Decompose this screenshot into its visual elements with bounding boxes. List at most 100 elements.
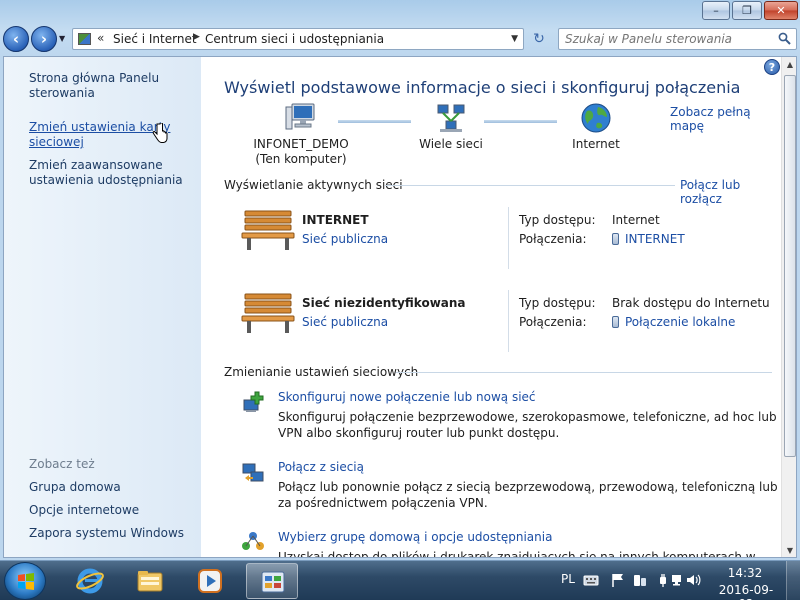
vertical-scrollbar[interactable]: ▲ ▼	[781, 57, 796, 557]
public-network-bench-icon	[241, 210, 295, 250]
taskbar-windows-explorer[interactable]	[124, 563, 176, 599]
start-button[interactable]	[4, 562, 46, 600]
scrollbar-thumb[interactable]	[784, 75, 796, 457]
new-connection-icon	[243, 391, 264, 412]
clock-date[interactable]: 2016-09-02	[712, 583, 780, 600]
access-type-value: Internet	[612, 213, 660, 227]
full-map-link[interactable]: Zobacz pełną mapę	[670, 105, 784, 133]
close-button[interactable]: ✕	[764, 1, 798, 20]
network-plug-icon	[612, 316, 619, 328]
search-icon[interactable]	[778, 32, 791, 45]
clock-time[interactable]: 14:32	[725, 566, 765, 580]
refresh-button[interactable]: ↻	[528, 29, 550, 49]
sidebar-link-internet-options[interactable]: Opcje internetowe	[29, 503, 189, 518]
sidebar-link-homegroup[interactable]: Grupa domowa	[29, 480, 189, 495]
control-panel-icon	[261, 571, 285, 593]
task-link-homegroup[interactable]: Wybierz grupę domową i opcje udostępnian…	[278, 530, 552, 544]
media-player-icon	[198, 569, 222, 593]
internet-explorer-icon	[76, 568, 104, 594]
taskbar: PL 14:32 2016-09-02	[0, 560, 800, 600]
address-dropdown-icon[interactable]: ▼	[511, 34, 518, 44]
homegroup-icon	[242, 532, 264, 550]
taskbar-media-player[interactable]	[184, 563, 236, 599]
task-description: Uzyskaj dostęp do plików i drukarek znaj…	[278, 550, 756, 558]
connection-name: INTERNET	[625, 232, 685, 246]
map-node-this-computer: INFONET_DEMO (Ten komputer)	[241, 101, 361, 167]
connect-disconnect-link[interactable]: Połącz lub rozłącz	[680, 178, 784, 206]
access-type-value: Brak dostępu do Internetu	[612, 296, 770, 310]
keyboard-icon[interactable]	[583, 572, 599, 588]
network-name: Sieć niezidentyfikowana	[302, 296, 466, 310]
network-divider	[508, 207, 509, 269]
network-divider	[508, 290, 509, 352]
task-link-new-connection[interactable]: Skonfiguruj nowe połączenie lub nową sie…	[278, 390, 536, 404]
windows-logo-icon	[18, 573, 34, 590]
power-plug-icon[interactable]	[655, 572, 671, 588]
volume-icon[interactable]	[685, 572, 701, 588]
navigation-bar: ‹ › ▼ « Sieć i Internet ▶ Centrum sieci …	[0, 24, 800, 54]
control-panel-icon	[78, 33, 91, 45]
maximize-button[interactable]: ❐	[732, 1, 762, 20]
language-indicator[interactable]: PL	[561, 572, 575, 586]
scroll-up-icon[interactable]: ▲	[782, 57, 796, 73]
folder-icon	[137, 571, 163, 592]
access-type-label: Typ dostępu:	[519, 296, 596, 310]
sidebar-link-advanced-sharing[interactable]: Zmień zaawansowane ustawienia udostępnia…	[29, 158, 189, 188]
search-box[interactable]	[558, 28, 797, 50]
connect-to-network-icon	[242, 463, 264, 482]
breadcrumb-overflow-icon[interactable]: «	[97, 31, 104, 45]
node-label: Wiele sieci	[419, 137, 483, 151]
main-panel: ? Wyświetl podstawowe informacje o sieci…	[201, 57, 784, 558]
hand-cursor-icon	[152, 123, 168, 143]
content-area: Strona główna Panelu sterowania Zmień us…	[3, 56, 797, 558]
network-category-link[interactable]: Sieć publiczna	[302, 315, 388, 329]
breadcrumb-separator-icon[interactable]: ▶	[193, 32, 200, 42]
action-center-flag-icon[interactable]	[610, 572, 626, 588]
node-label: INFONET_DEMO	[253, 137, 349, 151]
back-button[interactable]: ‹	[3, 26, 29, 52]
task-link-connect[interactable]: Połącz z siecią	[278, 460, 364, 474]
connection-link[interactable]: Połączenie lokalne	[612, 315, 735, 329]
safely-remove-hardware-icon[interactable]	[632, 572, 648, 588]
page-title: Wyświetl podstawowe informacje o sieci i…	[224, 78, 741, 97]
multiple-networks-icon	[437, 104, 465, 132]
access-type-label: Typ dostępu:	[519, 213, 596, 227]
taskbar-internet-explorer[interactable]	[64, 563, 116, 599]
active-network-unidentified: Sieć niezidentyfikowana Sieć publiczna T…	[241, 290, 776, 360]
scroll-down-icon[interactable]: ▼	[782, 543, 796, 557]
search-input[interactable]	[565, 32, 770, 46]
change-settings-heading: Zmienianie ustawień sieciowych	[224, 365, 419, 379]
map-node-internet[interactable]: Internet	[556, 101, 636, 152]
globe-icon	[581, 103, 611, 133]
node-sublabel: (Ten komputer)	[255, 152, 347, 166]
sidebar-link-firewall[interactable]: Zapora systemu Windows	[29, 526, 189, 541]
show-desktop-button[interactable]	[786, 561, 800, 600]
title-bar: – ❐ ✕	[0, 0, 800, 24]
active-network-internet: INTERNET Sieć publiczna Typ dostępu: Int…	[241, 207, 776, 277]
network-status-icon[interactable]	[670, 572, 686, 588]
connection-link[interactable]: INTERNET	[612, 232, 685, 246]
control-panel-window: – ❐ ✕ ‹ › ▼ « Sieć i Internet ▶ Centrum …	[0, 0, 800, 560]
see-also-heading: Zobacz też	[29, 457, 95, 471]
breadcrumb-network-internet[interactable]: Sieć i Internet	[113, 32, 197, 46]
connection-name: Połączenie lokalne	[625, 315, 736, 329]
forward-button[interactable]: ›	[31, 26, 57, 52]
sidebar-link-home[interactable]: Strona główna Panelu sterowania	[29, 71, 189, 101]
map-node-multiple-networks[interactable]: Wiele sieci	[406, 101, 496, 152]
network-category-link[interactable]: Sieć publiczna	[302, 232, 388, 246]
taskbar-control-panel-active[interactable]	[246, 563, 298, 599]
minimize-button[interactable]: –	[702, 1, 730, 20]
breadcrumb-network-center[interactable]: Centrum sieci i udostępniania	[205, 32, 384, 46]
task-description: Połącz lub ponownie połącz z siecią bezp…	[278, 480, 778, 510]
connections-label: Połączenia:	[519, 315, 587, 329]
help-icon[interactable]: ?	[764, 59, 780, 75]
task-description: Skonfiguruj połączenie bezprzewodowe, sz…	[278, 410, 777, 440]
active-networks-heading: Wyświetlanie aktywnych sieci	[224, 178, 403, 192]
network-plug-icon	[612, 233, 619, 245]
node-label: Internet	[572, 137, 620, 151]
sidebar: Strona główna Panelu sterowania Zmień us…	[4, 57, 201, 557]
history-dropdown-icon[interactable]: ▼	[59, 34, 65, 43]
address-bar[interactable]: « Sieć i Internet ▶ Centrum sieci i udos…	[72, 28, 524, 50]
public-network-bench-icon	[241, 293, 295, 333]
connections-label: Połączenia:	[519, 232, 587, 246]
